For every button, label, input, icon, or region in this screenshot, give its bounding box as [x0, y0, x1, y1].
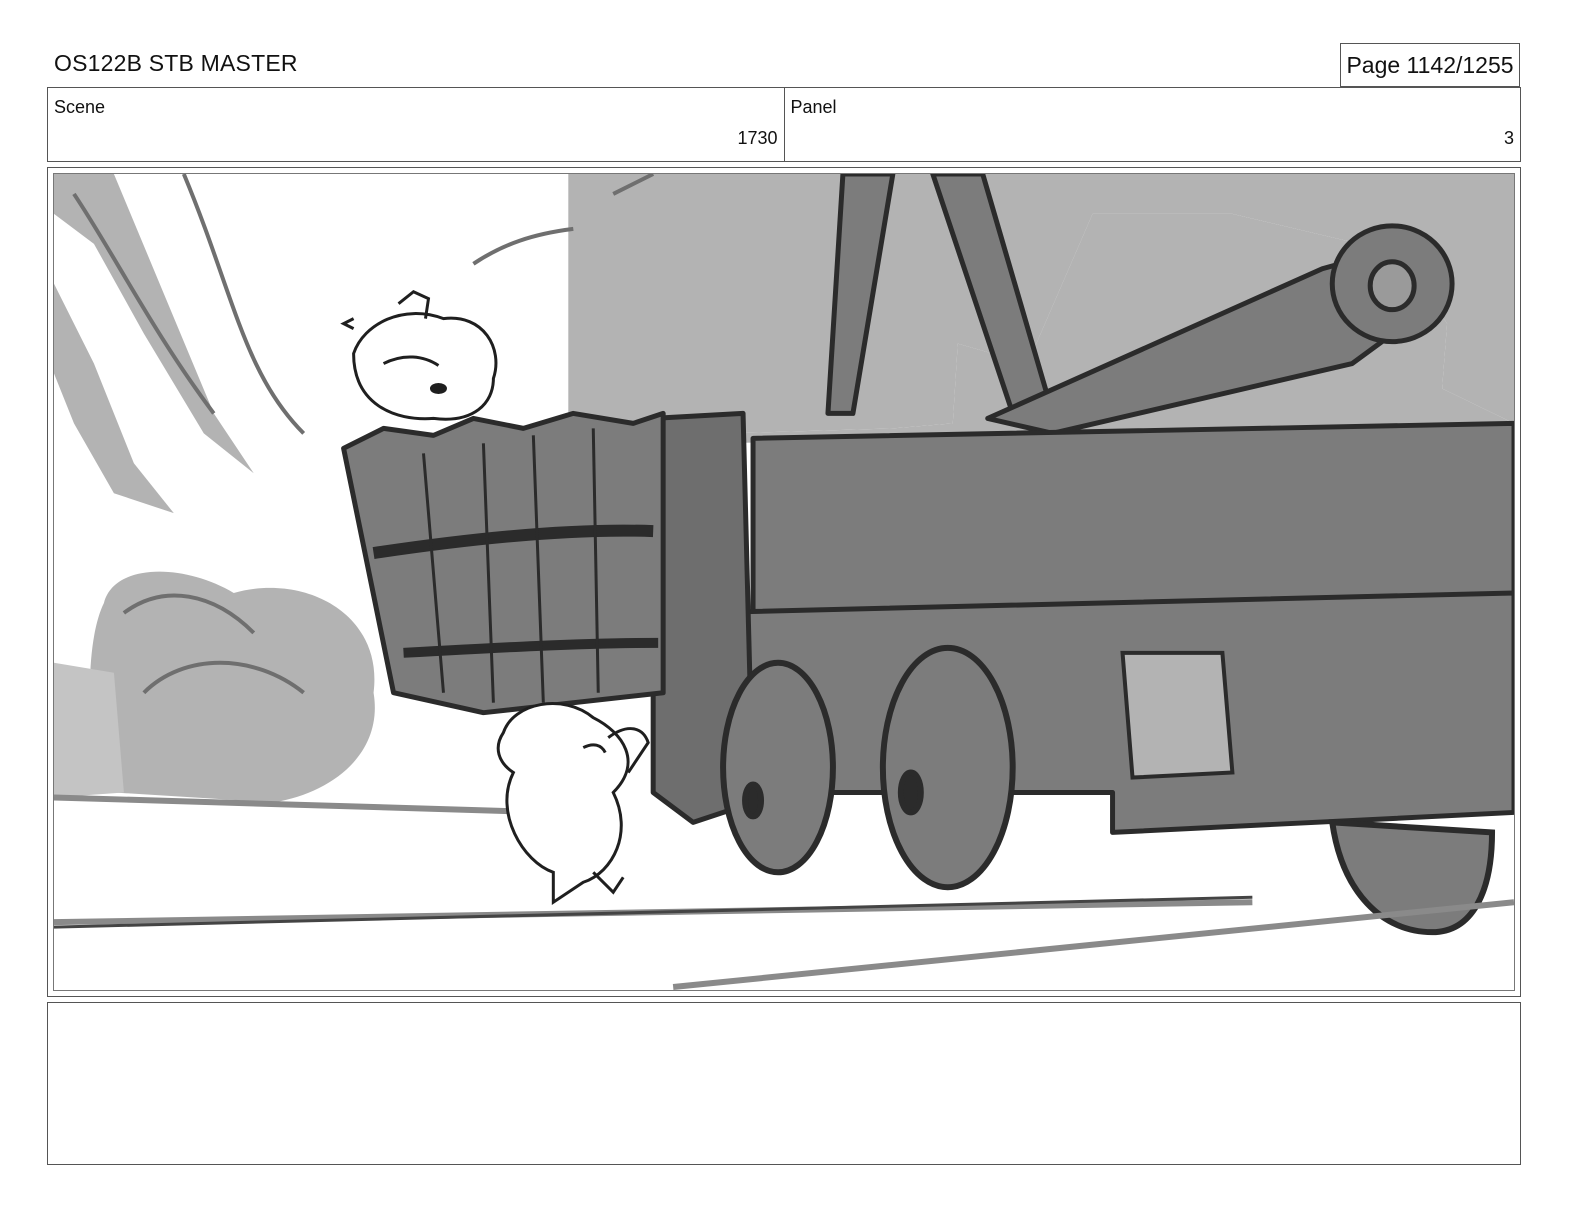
panel-number: 3 [1503, 128, 1514, 148]
catapult-opening [1120, 650, 1235, 780]
panel-cell: Panel 3 [783, 88, 1521, 161]
character-in-bucket [340, 289, 498, 421]
scene-cell: Scene 1730 [48, 88, 784, 161]
page-indicator: Page 1142/1255 [1340, 43, 1520, 87]
scene-panel-info: Scene 1730 Panel 3 [47, 87, 1521, 162]
storyboard-drawing-area [53, 173, 1515, 991]
document-title: OS122B STB MASTER [54, 50, 298, 76]
panel-label: Panel [790, 97, 837, 117]
storyboard-sketch [54, 174, 1514, 990]
character-pushing [496, 702, 650, 906]
ground-line-front [54, 895, 1253, 929]
storyboard-frame [47, 167, 1521, 997]
bucket [341, 410, 666, 716]
notes-box [47, 1002, 1521, 1165]
scene-label: Scene [54, 97, 106, 117]
scene-number: 1730 [737, 128, 778, 148]
